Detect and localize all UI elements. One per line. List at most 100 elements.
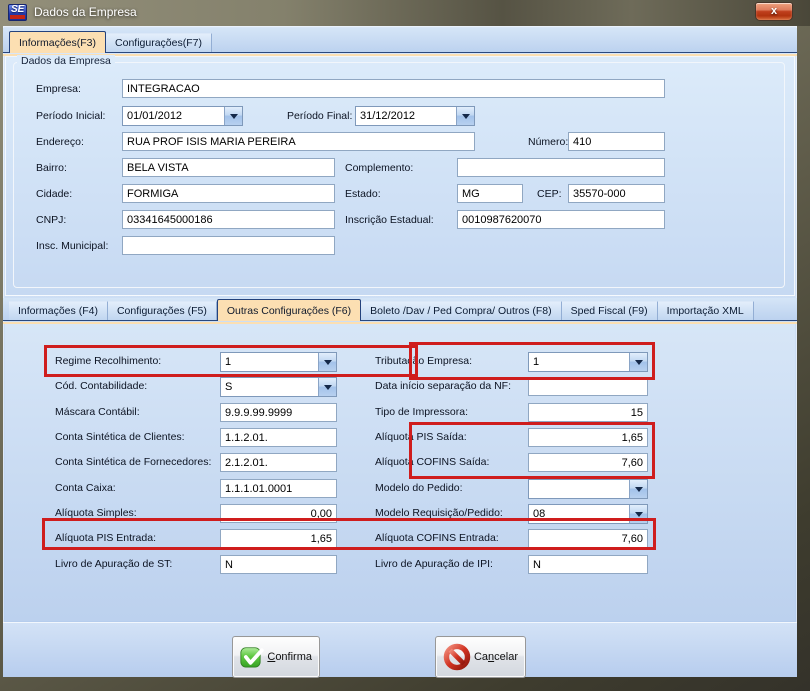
aliquota-simples-label: Alíquota Simples:	[55, 507, 137, 519]
aliquota-pis-saida-field[interactable]	[528, 428, 648, 447]
company-groupbox-legend: Dados da Empresa	[17, 55, 115, 67]
cod-contabilidade-combo[interactable]: S	[220, 377, 337, 397]
empresa-field[interactable]	[122, 79, 665, 98]
livro-apuracao-st-label: Livro de Apuração de ST:	[55, 558, 172, 570]
livro-apuracao-ipi-field[interactable]	[528, 555, 648, 574]
complemento-field[interactable]	[457, 158, 665, 177]
confirm-button[interactable]: Confirma	[232, 636, 320, 678]
endereco-field[interactable]	[122, 132, 475, 151]
estado-field[interactable]	[457, 184, 523, 203]
cod-contabilidade-label: Cód. Contabilidade:	[55, 380, 147, 392]
periodo-inicial-combo[interactable]: 01/01/2012	[122, 106, 243, 126]
button-panel: Confirma Cancelar	[3, 622, 797, 677]
app-icon-redbar	[10, 15, 25, 19]
regime-recolhimento-value: 1	[221, 353, 318, 371]
window-title: Dados da Empresa	[34, 5, 137, 19]
chevron-down-icon[interactable]	[224, 107, 242, 125]
tab-informacoes-f3[interactable]: Informações(F3)	[9, 31, 106, 53]
periodo-final-value: 31/12/2012	[356, 107, 456, 125]
livro-apuracao-st-field[interactable]	[220, 555, 337, 574]
tributacao-empresa-label: Tributação Empresa:	[375, 355, 472, 367]
livro-apuracao-ipi-label: Livro de Apuração de IPI:	[375, 558, 493, 570]
complemento-label: Complemento:	[345, 162, 413, 174]
conta-caixa-label: Conta Caixa:	[55, 482, 116, 494]
cod-contabilidade-value: S	[221, 378, 318, 396]
chevron-down-icon[interactable]	[629, 353, 647, 371]
app-icon: SE	[8, 4, 27, 21]
confirm-button-label: Confirma	[267, 651, 312, 663]
data-inicio-separacao-nf-field[interactable]	[528, 377, 648, 396]
close-button[interactable]: x	[755, 2, 793, 21]
mascara-contabil-field[interactable]	[220, 403, 337, 422]
chevron-down-icon[interactable]	[456, 107, 474, 125]
conta-sintetica-clientes-label: Conta Sintética de Clientes:	[55, 431, 185, 443]
periodo-inicial-label: Período Inicial:	[36, 110, 105, 122]
estado-label: Estado:	[345, 188, 381, 200]
cancel-button[interactable]: Cancelar	[435, 636, 526, 678]
inscricao-estadual-field[interactable]	[457, 210, 665, 229]
numero-field[interactable]	[568, 132, 665, 151]
check-icon	[240, 643, 264, 671]
conta-sintetica-fornecedores-field[interactable]	[220, 453, 337, 472]
tributacao-empresa-value: 1	[529, 353, 629, 371]
cep-field[interactable]	[568, 184, 665, 203]
aliquota-cofins-saida-label: Alíquota COFINS Saída:	[375, 456, 489, 468]
no-entry-icon	[443, 642, 471, 672]
cnpj-label: CNPJ:	[36, 214, 66, 226]
empresa-label: Empresa:	[36, 83, 81, 95]
tributacao-empresa-combo[interactable]: 1	[528, 352, 648, 372]
endereco-label: Endereço:	[36, 136, 84, 148]
chevron-down-icon[interactable]	[318, 378, 336, 396]
titlebar[interactable]: SE Dados da Empresa x	[0, 0, 810, 26]
chevron-down-icon[interactable]	[318, 353, 336, 371]
cep-label: CEP:	[537, 188, 562, 200]
cidade-label: Cidade:	[36, 188, 72, 200]
cnpj-field[interactable]	[122, 210, 335, 229]
tab-informacoes-f4[interactable]: Informações (F4)	[9, 301, 108, 320]
cidade-field[interactable]	[122, 184, 335, 203]
bairro-label: Bairro:	[36, 162, 67, 174]
app-icon-text: SE	[11, 4, 24, 15]
aliquota-pis-entrada-label: Alíquota PIS Entrada:	[55, 532, 156, 544]
modelo-requisicao-pedido-label: Modelo Requisição/Pedido:	[375, 507, 503, 519]
dialog-client-area: Informações(F3) Configurações(F7) Dados …	[3, 26, 797, 677]
modelo-requisicao-pedido-combo[interactable]: 08	[528, 504, 648, 524]
modelo-pedido-label: Modelo do Pedido:	[375, 482, 463, 494]
insc-municipal-label: Insc. Municipal:	[36, 240, 108, 252]
mascara-contabil-label: Máscara Contábil:	[55, 406, 140, 418]
modelo-pedido-combo[interactable]	[528, 479, 648, 499]
tab-configuracoes-f7[interactable]: Configurações(F7)	[106, 33, 212, 52]
periodo-final-combo[interactable]: 31/12/2012	[355, 106, 475, 126]
dialog-window: SE Dados da Empresa x Informações(F3) Co…	[0, 0, 810, 691]
modelo-requisicao-pedido-value: 08	[529, 505, 629, 523]
inscricao-estadual-label: Inscrição Estadual:	[345, 214, 434, 226]
aliquota-pis-entrada-field[interactable]	[220, 529, 337, 548]
data-inicio-separacao-nf-label: Data início separação da NF:	[375, 380, 511, 392]
cancel-button-label: Cancelar	[474, 651, 518, 663]
tipo-impressora-field[interactable]	[528, 403, 648, 422]
tab-importacao-xml[interactable]: Importação XML	[658, 301, 754, 320]
tab-outras-configuracoes-f6[interactable]: Outras Configurações (F6)	[217, 299, 361, 321]
tab-configuracoes-f5[interactable]: Configurações (F5)	[108, 301, 217, 320]
chevron-down-icon[interactable]	[629, 480, 647, 498]
insc-municipal-field[interactable]	[122, 236, 335, 255]
conta-sintetica-clientes-field[interactable]	[220, 428, 337, 447]
tab-sped-fiscal-f9[interactable]: Sped Fiscal (F9)	[562, 301, 658, 320]
main-tabstrip: Informações(F3) Configurações(F7)	[3, 28, 797, 53]
chevron-down-icon[interactable]	[629, 505, 647, 523]
modelo-pedido-value	[529, 480, 629, 498]
aliquota-pis-saida-label: Alíquota PIS Saída:	[375, 431, 467, 443]
periodo-inicial-value: 01/01/2012	[123, 107, 224, 125]
tab-boleto-dav-ped-compra-outros-f8[interactable]: Boleto /Dav / Ped Compra/ Outros (F8)	[361, 301, 561, 320]
conta-caixa-field[interactable]	[220, 479, 337, 498]
numero-label: Número:	[528, 136, 568, 148]
aliquota-cofins-entrada-field[interactable]	[528, 529, 648, 548]
aliquota-cofins-saida-field[interactable]	[528, 453, 648, 472]
conta-sintetica-fornecedores-label: Conta Sintética de Fornecedores:	[55, 456, 211, 468]
regime-recolhimento-combo[interactable]: 1	[220, 352, 337, 372]
outras-configuracoes-page	[5, 324, 795, 621]
bairro-field[interactable]	[122, 158, 335, 177]
tipo-impressora-label: Tipo de Impressora:	[375, 406, 468, 418]
aliquota-simples-field[interactable]	[220, 504, 337, 523]
periodo-final-label: Período Final:	[287, 110, 352, 122]
